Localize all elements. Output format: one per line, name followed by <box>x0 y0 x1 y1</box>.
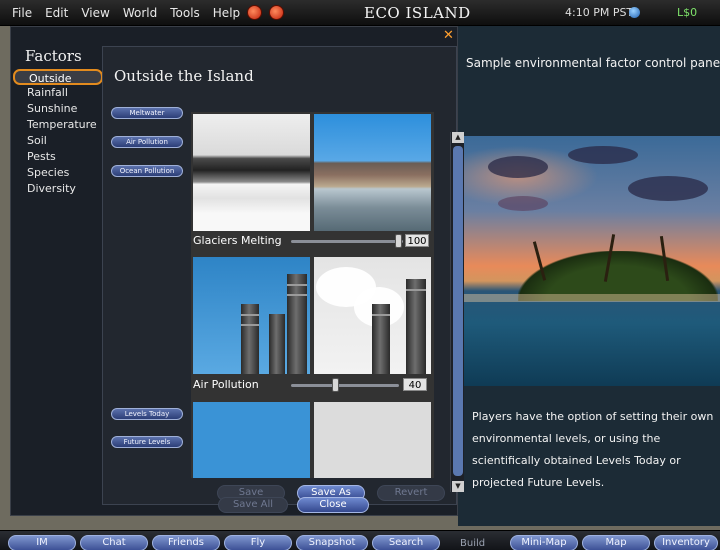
search-button[interactable]: Search <box>372 535 440 550</box>
scrollbar-thumb[interactable] <box>453 146 463 476</box>
glaciers-slider-thumb[interactable] <box>395 234 402 248</box>
future-levels-button[interactable]: Future Levels <box>111 436 183 448</box>
glaciers-slider-track[interactable] <box>291 240 403 243</box>
bottom-toolbar: IM Chat Friends Fly Snapshot Search Buil… <box>0 530 720 550</box>
glaciers-slider-label: Glaciers Melting <box>193 234 282 247</box>
factor-control-panel: ✕ Factors Outside Rainfall Sunshine Temp… <box>10 26 464 516</box>
glacier-before-image <box>193 114 310 231</box>
menu-edit[interactable]: Edit <box>45 6 68 20</box>
menu-tools[interactable]: Tools <box>170 6 200 20</box>
snapshot-button[interactable]: Snapshot <box>296 535 368 550</box>
world-view[interactable]: Sample environmental factor control pane… <box>458 26 720 526</box>
air-slider-value[interactable]: 40 <box>403 378 427 391</box>
chat-button[interactable]: Chat <box>80 535 148 550</box>
air-pollution-before-image <box>193 257 310 374</box>
factor-item-sunshine[interactable]: Sunshine <box>11 101 103 117</box>
friends-button[interactable]: Friends <box>152 535 220 550</box>
air-slider-label: Air Pollution <box>193 378 259 391</box>
sound-icon[interactable] <box>269 5 285 20</box>
factors-title: Factors <box>25 47 82 65</box>
factor-item-diversity[interactable]: Diversity <box>11 181 103 197</box>
balance[interactable]: L$0 <box>677 6 697 19</box>
images-scrollbar[interactable]: ▲ ▼ <box>450 132 464 492</box>
air-pollution-button[interactable]: Air Pollution <box>111 136 183 148</box>
glaciers-slider-value[interactable]: 100 <box>405 234 429 247</box>
air-slider-track[interactable] <box>291 384 399 387</box>
menu-world[interactable]: World <box>123 6 157 20</box>
island-scene-image <box>458 136 720 386</box>
meltwater-button[interactable]: Meltwater <box>111 107 183 119</box>
world-caption-bottom: Players have the option of setting their… <box>472 410 714 489</box>
factor-item-pests[interactable]: Pests <box>11 149 103 165</box>
clock: 4:10 PM PST <box>565 6 634 19</box>
factor-item-outside[interactable]: Outside <box>13 69 103 85</box>
close-button[interactable]: Close <box>297 497 369 513</box>
levels-today-button[interactable]: Levels Today <box>111 408 183 420</box>
menu-help[interactable]: Help <box>213 6 240 20</box>
subpanel-title: Outside the Island <box>114 67 254 85</box>
scroll-down-icon[interactable]: ▼ <box>452 481 464 492</box>
factor-item-temperature[interactable]: Temperature <box>11 117 103 133</box>
globe-icon[interactable] <box>629 7 640 18</box>
menu-bar: File Edit View World Tools Help ECO ISLA… <box>0 0 720 26</box>
menu-file[interactable]: File <box>12 6 32 20</box>
app-title: ECO ISLAND <box>364 4 471 22</box>
factor-images-pane: Glaciers Melting 100 Air Pollution 40 <box>191 112 434 478</box>
world-caption-top: Sample environmental factor control pane… <box>466 56 720 70</box>
air-pollution-after-image <box>314 257 431 374</box>
ocean-pollution-button[interactable]: Ocean Pollution <box>111 165 183 177</box>
fly-button[interactable]: Fly <box>224 535 292 550</box>
ocean-before-image <box>193 402 310 478</box>
inventory-button[interactable]: Inventory <box>654 535 718 550</box>
im-button[interactable]: IM <box>8 535 76 550</box>
map-button[interactable]: Map <box>582 535 650 550</box>
factor-item-rainfall[interactable]: Rainfall <box>11 85 103 101</box>
ocean-after-image <box>314 402 431 478</box>
glacier-after-image <box>314 114 431 231</box>
factor-item-species[interactable]: Species <box>11 165 103 181</box>
alert-icon[interactable] <box>247 5 263 20</box>
build-button[interactable]: Build <box>460 538 485 549</box>
scroll-up-icon[interactable]: ▲ <box>452 132 464 143</box>
mini-map-button[interactable]: Mini-Map <box>510 535 578 550</box>
outside-subpanel: Outside the Island Meltwater Air Polluti… <box>102 46 464 505</box>
air-slider-row: Air Pollution 40 <box>191 377 434 393</box>
save-all-button[interactable]: Save All <box>218 497 288 513</box>
factor-item-soil[interactable]: Soil <box>11 133 103 149</box>
factor-list: Outside Rainfall Sunshine Temperature So… <box>11 69 103 197</box>
revert-button[interactable]: Revert <box>377 485 445 501</box>
air-slider-thumb[interactable] <box>332 378 339 392</box>
close-icon[interactable]: ✕ <box>443 28 454 43</box>
glaciers-slider-row: Glaciers Melting 100 <box>191 233 434 249</box>
menu-view[interactable]: View <box>81 6 109 20</box>
